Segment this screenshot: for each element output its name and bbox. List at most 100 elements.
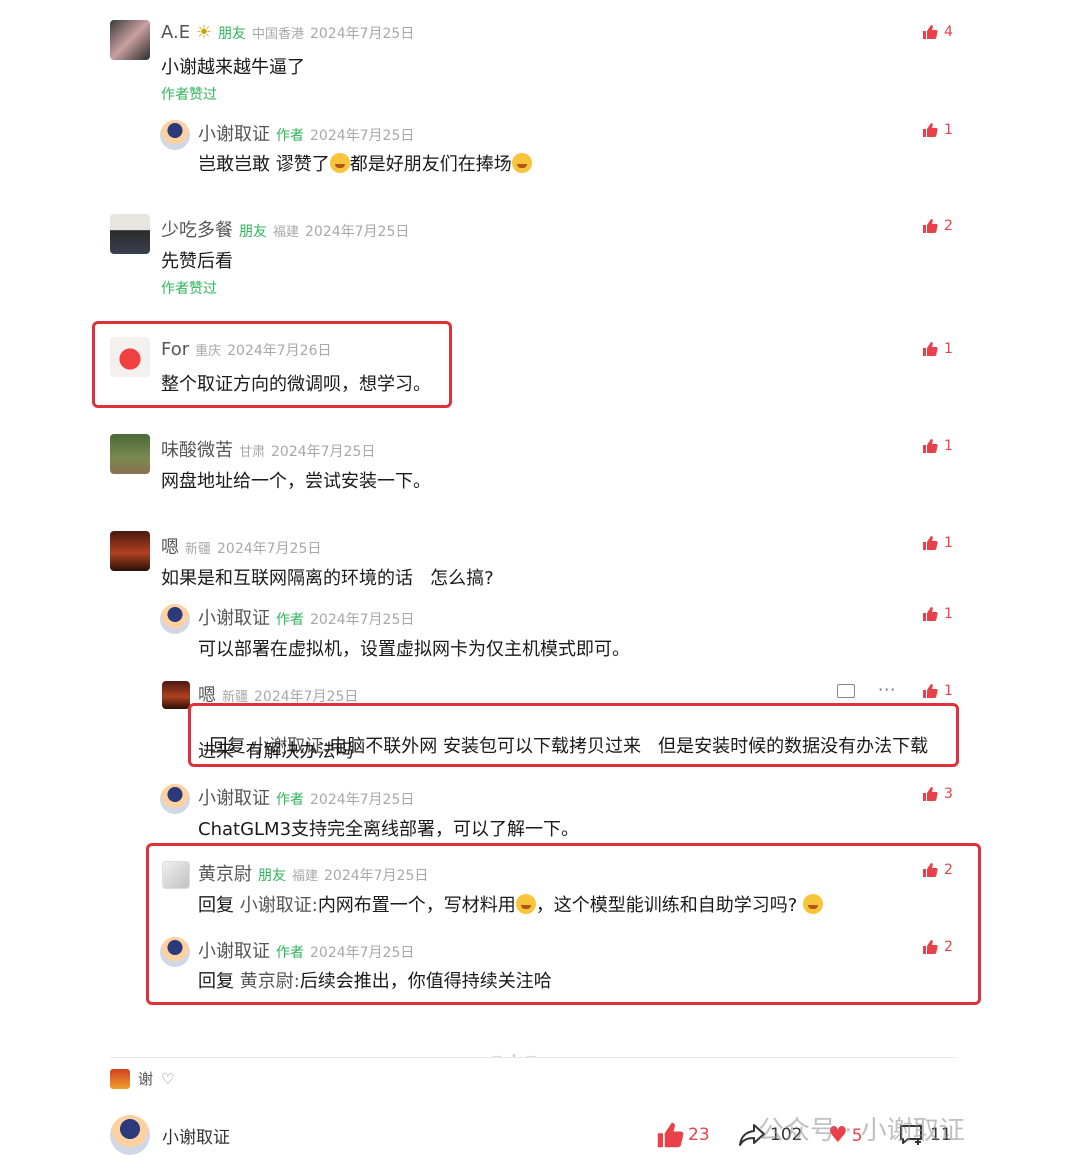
comment-date: 2024年7月25日	[310, 945, 415, 961]
comment-date: 2024年7月25日	[305, 224, 410, 240]
like-button[interactable]: 4	[922, 24, 953, 40]
commenter-name[interactable]: 少吃多餐	[161, 216, 233, 242]
like-button[interactable]: 1	[922, 606, 953, 622]
like-button[interactable]: 3	[922, 786, 953, 802]
comment-text: 整个取证方向的微调呗，想学习。	[161, 374, 431, 395]
comment-date: 2024年7月25日	[309, 26, 415, 42]
like-button[interactable]: 1	[922, 683, 953, 699]
like-count: 2	[944, 939, 953, 955]
location: 中国香港	[251, 27, 304, 42]
comment-header: For 重庆 2024年7月26日	[161, 339, 332, 360]
watermark: 公众号 · 小谢取证	[758, 1116, 965, 1146]
avatar[interactable]	[160, 604, 190, 634]
like-count: 1	[944, 438, 953, 454]
comment-text: 先赞后看	[161, 251, 233, 272]
avatar[interactable]	[110, 20, 150, 60]
like-button[interactable]: 1	[922, 341, 953, 357]
sun-emoji-icon: ☀	[195, 22, 212, 43]
comment-header: 小谢取证 作者 2024年7月25日	[198, 120, 414, 146]
like-count: 4	[944, 24, 953, 40]
reply-target-name[interactable]: 黄京尉:	[240, 971, 300, 992]
article-like-button[interactable]: 23	[656, 1121, 710, 1149]
comment-header: 小谢取证 作者 2024年7月25日	[198, 784, 414, 810]
author-row[interactable]: 小谢取证	[110, 1115, 230, 1155]
thumbs-up-icon	[923, 219, 938, 233]
like-button[interactable]: 1	[922, 438, 953, 454]
comment-date: 2024年7月25日	[310, 612, 415, 628]
comment-text: 如果是和互联网隔离的环境的话 怎么搞?	[161, 568, 494, 589]
commenter-name[interactable]: 小谢取证	[198, 784, 270, 810]
comment-header: 黄京尉 朋友 福建 2024年7月25日	[198, 860, 428, 886]
like-count: 1	[944, 122, 953, 138]
avatar[interactable]	[160, 784, 190, 814]
avatar[interactable]	[110, 434, 150, 474]
commenter-name[interactable]: 黄京尉	[198, 860, 252, 886]
location: 福建	[273, 225, 300, 240]
like-button[interactable]: 1	[922, 535, 953, 551]
thumbs-up-icon	[923, 536, 938, 550]
comment-header: 味酸微苦 甘肃 2024年7月25日	[161, 436, 375, 462]
comment-header: 小谢取证 作者 2024年7月25日	[198, 604, 414, 630]
friend-tag: 朋友	[239, 224, 267, 240]
like-button[interactable]: 2	[922, 862, 953, 878]
comment-text: 可以部署在虚拟机，设置虚拟网卡为仅主机模式即可。	[198, 639, 630, 660]
comment-date: 2024年7月26日	[227, 343, 332, 359]
commenter-name[interactable]: 味酸微苦	[161, 436, 233, 462]
author-tag: 作者	[276, 128, 304, 144]
avatar[interactable]	[110, 531, 150, 571]
avatar[interactable]	[160, 120, 190, 150]
thumbs-up-icon	[923, 940, 938, 954]
smile-emoji-icon	[803, 894, 824, 914]
more-options-icon[interactable]: ···	[878, 680, 896, 699]
author-name[interactable]: 小谢取证	[162, 1123, 230, 1148]
reply-comment-icon[interactable]	[837, 684, 855, 698]
like-count: 1	[944, 535, 953, 551]
like-button[interactable]: 1	[922, 122, 953, 138]
avatar[interactable]	[160, 937, 190, 967]
like-count: 1	[944, 683, 953, 699]
comment-text: 岂敢岂敢 谬赞了 都是好朋友们在捧场	[198, 150, 532, 176]
like-button[interactable]: 2	[922, 218, 953, 234]
commenter-name[interactable]: 小谢取证	[198, 604, 270, 630]
avatar[interactable]	[110, 214, 150, 254]
avatar[interactable]	[110, 337, 150, 377]
location: 新疆	[185, 542, 212, 557]
divider-dots-icon: — • —	[492, 1051, 540, 1062]
like-count: 2	[944, 862, 953, 878]
thumbs-up-icon	[923, 123, 938, 137]
comment-date: 2024年7月25日	[310, 128, 415, 144]
commenter-name[interactable]: For	[161, 339, 189, 360]
liked-by-author-label: 作者赞过	[161, 281, 217, 297]
author-avatar[interactable]	[110, 1115, 150, 1155]
like-count: 3	[944, 786, 953, 802]
like-count: 2	[944, 218, 953, 234]
friend-tag: 朋友	[258, 868, 286, 884]
comment-header: 嗯 新疆 2024年7月25日	[161, 533, 321, 559]
friend-tag: 朋友	[217, 26, 246, 42]
comment-date: 2024年7月25日	[217, 541, 322, 557]
thumbs-up-icon	[923, 863, 938, 877]
comment-header: 少吃多餐 朋友 福建 2024年7月25日	[161, 216, 409, 242]
commenter-name[interactable]: A.E ☀	[161, 22, 212, 43]
like-count: 1	[944, 341, 953, 357]
grinning-emoji-icon	[515, 894, 536, 914]
commenter-name[interactable]: 嗯	[161, 533, 179, 559]
heart-outline-icon[interactable]: ♡	[161, 1070, 174, 1088]
comment-text-continued: 进来 有解决办法吗	[198, 741, 354, 762]
commenter-name[interactable]: 小谢取证	[198, 937, 270, 963]
like-button[interactable]: 2	[922, 939, 953, 955]
avatar[interactable]	[162, 681, 190, 709]
comment-text: 网盘地址给一个，尝试安装一下。	[161, 471, 431, 492]
article-like-count: 23	[688, 1125, 710, 1145]
thumbs-up-icon	[923, 25, 938, 39]
commenter-name[interactable]: 小谢取证	[198, 120, 270, 146]
comment-header: 小谢取证 作者 2024年7月25日	[198, 937, 414, 963]
comment-text: 小谢越来越牛逼了	[161, 57, 305, 78]
avatar[interactable]	[162, 861, 190, 889]
reply-target-name[interactable]: 小谢取证:	[240, 895, 318, 916]
location: 福建	[292, 869, 319, 884]
liker-name[interactable]: 谢	[138, 1068, 153, 1089]
liker-avatar[interactable]	[110, 1068, 130, 1089]
comment-header: A.E ☀ 朋友 中国香港 2024年7月25日	[161, 22, 414, 43]
wink-emoji-icon	[511, 153, 532, 173]
